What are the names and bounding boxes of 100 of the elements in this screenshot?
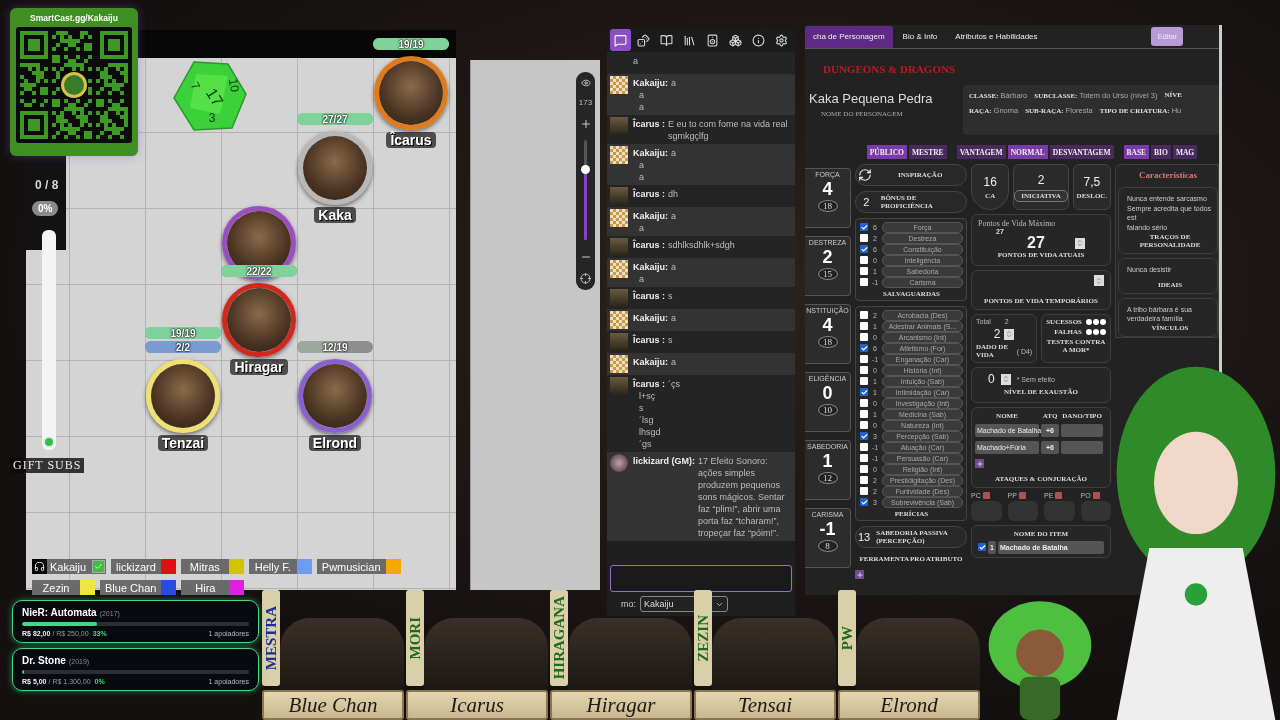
chat-text: s	[638, 402, 645, 414]
player-name: Pwmusician	[320, 560, 382, 573]
chat-text: l+sç	[638, 390, 657, 402]
chat-author: Îcarus :	[633, 335, 665, 345]
token-name: Hiragar	[230, 359, 288, 375]
player-tag[interactable]: Hira	[181, 580, 245, 595]
ability-modifier: 0	[822, 382, 833, 404]
avatar-icon	[610, 377, 628, 395]
slider-thumb[interactable]	[581, 165, 590, 175]
dice-number: 3	[208, 111, 216, 125]
chat-text: ´çs	[668, 378, 680, 390]
vertical-slider[interactable]	[42, 230, 56, 450]
spinner-icon[interactable]	[1004, 328, 1015, 340]
avatar-icon	[610, 333, 628, 351]
eye-icon[interactable]	[580, 78, 591, 88]
avatar-icon	[610, 311, 628, 329]
checkbox[interactable]	[860, 322, 868, 330]
character-name: Kaka Pequena Pedra	[809, 91, 934, 106]
spinner-icon[interactable]	[1074, 237, 1085, 249]
goal-title: NieR: Automata	[22, 607, 97, 618]
checkbox[interactable]	[860, 487, 868, 495]
player-tag[interactable]: lickizard	[111, 559, 176, 574]
player-name: Zezin	[41, 581, 71, 594]
chat-text: a	[638, 273, 645, 285]
chat-text: a	[671, 312, 677, 324]
checkbox[interactable]	[860, 399, 868, 407]
add-button[interactable]	[975, 459, 984, 468]
checkbox[interactable]	[860, 454, 868, 462]
death-save-circles-drawing[interactable]	[1086, 329, 1106, 335]
coin-icon	[982, 492, 990, 499]
token-portrait[interactable]	[298, 131, 372, 205]
spinner-icon[interactable]	[1000, 373, 1011, 385]
player-tag[interactable]: Helly F.	[248, 559, 312, 574]
chat-author: Îcarus :	[633, 119, 665, 129]
refresh-icon[interactable]	[858, 168, 872, 182]
chat-text: 17 Efeito Sonoro: ações simples produzem pequenos sons mágicos. Sentar faz “plim!”, abrir uma porta faz “tcharam!”, tropeçar faz “póim!”.	[698, 455, 786, 539]
avatar-icon	[610, 209, 628, 227]
chat-author: Kakaiju:	[633, 78, 668, 88]
qr-title: SmartCast.gg/Kakaiju	[30, 13, 118, 23]
slider-thumb[interactable]	[43, 436, 55, 448]
token-name: Kaka	[314, 207, 356, 223]
chat-input-field[interactable]	[610, 565, 792, 592]
checkbox[interactable]	[860, 410, 868, 418]
chat-text: s	[668, 290, 673, 302]
player-name: Helly F.	[253, 560, 292, 573]
checkbox[interactable]	[860, 443, 868, 451]
player-tag[interactable]: Mitras	[180, 559, 244, 574]
hp-text: 19/19	[398, 38, 424, 50]
token-name: Tenzai	[157, 435, 209, 451]
player-name: Kakaiju	[49, 560, 88, 573]
checkbox[interactable]	[860, 278, 868, 286]
avatar-icon	[610, 117, 628, 135]
checkbox[interactable]	[860, 267, 868, 275]
chat-author: Îcarus :	[633, 189, 665, 199]
check-icon	[94, 562, 104, 571]
checkbox[interactable]	[860, 476, 868, 484]
zoom-slider[interactable]	[584, 140, 587, 241]
sheet-tab[interactable]: cha de Personagem	[805, 25, 893, 48]
chat-text: a	[671, 77, 677, 89]
checkbox[interactable]	[92, 560, 106, 573]
chat-tab[interactable]	[610, 29, 631, 51]
d20-dice-drawing[interactable]: 7 17 3 10	[172, 58, 248, 134]
checkbox[interactable]	[860, 377, 868, 385]
sheet-tab[interactable]: Atributos e Habilidades	[947, 25, 1046, 48]
ability-modifier: 4	[822, 179, 833, 200]
checkbox[interactable]	[860, 355, 868, 363]
player-tag[interactable]: Blue Chan	[100, 580, 177, 595]
checkbox[interactable]	[860, 234, 868, 242]
player-tag-text: ZEZIN	[694, 614, 712, 662]
avatar-icon	[610, 454, 628, 472]
player-tag[interactable]: Zezin	[32, 580, 95, 595]
coin-icon	[1055, 492, 1063, 499]
checkbox[interactable]	[860, 421, 868, 429]
player-tag[interactable]: Pwmusician	[316, 559, 401, 574]
damage-field[interactable]	[1061, 441, 1103, 454]
player-tag[interactable]: Kakaiju	[32, 559, 107, 574]
sheet-tab[interactable]: Bio & Info	[894, 25, 946, 48]
damage-field[interactable]	[1061, 424, 1103, 437]
info-icon	[752, 33, 765, 47]
token-name: Elrond	[308, 435, 362, 451]
token-portrait[interactable]	[222, 283, 296, 357]
ability-modifier: 2	[822, 246, 833, 268]
checkbox[interactable]	[860, 256, 868, 264]
token-portrait[interactable]	[374, 56, 448, 130]
token-portrait[interactable]	[298, 359, 372, 433]
checkbox[interactable]	[860, 333, 868, 341]
hit-dice-value: 2	[993, 327, 1001, 341]
crosshair-icon[interactable]	[580, 272, 591, 284]
add-button[interactable]	[855, 570, 864, 579]
zoom-value: 173	[578, 98, 593, 108]
hp-text: 27/27	[322, 113, 348, 125]
death-save-circles-drawing[interactable]	[1086, 319, 1106, 325]
checkbox[interactable]	[860, 311, 868, 319]
hp-max-label: Pontos de Vida Máximo	[978, 219, 1057, 228]
zoom-in-icon[interactable]	[579, 117, 592, 130]
dice-number: 17	[202, 85, 227, 110]
chat-text: E eu to com fome na vida real sgmkgçlfg	[668, 118, 789, 142]
player-tag-text: HIRAGANA	[550, 596, 568, 680]
checkbox[interactable]	[860, 465, 868, 473]
checkbox[interactable]	[860, 366, 868, 374]
